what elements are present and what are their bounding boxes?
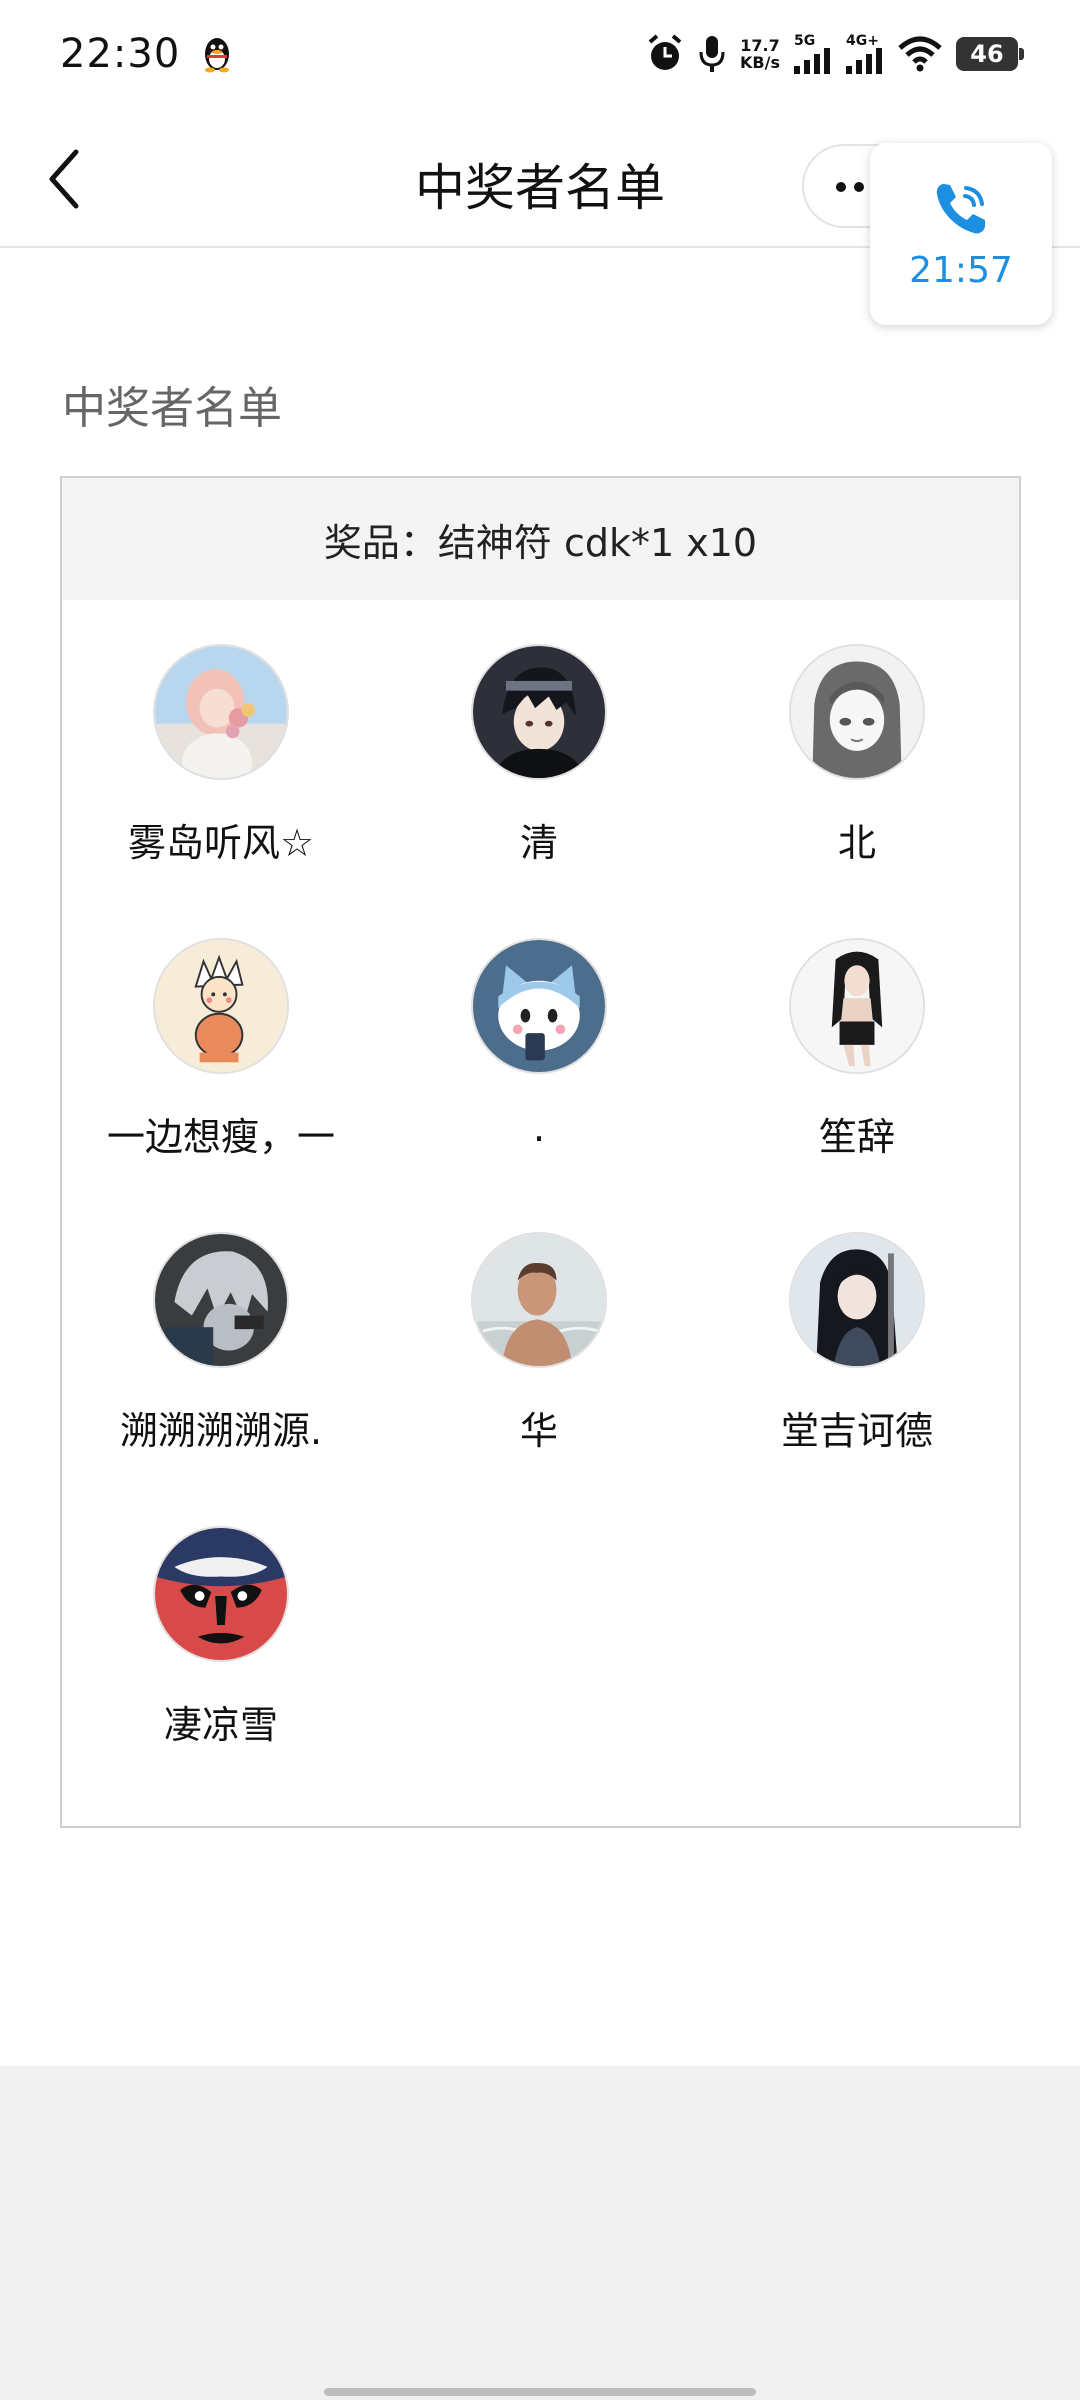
battery-icon: 46 [956,37,1024,71]
winner-item[interactable]: 清 [380,644,698,938]
winner-name: 雾岛听风☆ [127,821,315,865]
winner-name: 华 [519,1409,558,1453]
page: 22:30 17.7 KB/s 5G 4G+ 46 中奖者名单 21:57 中奖… [0,0,1080,2400]
winners-panel: 奖品：结神符 cdk*1 x10 雾岛听风☆ 清 北 一边想瘦，一 . 笙辞 溯… [60,476,1021,1828]
phone-icon [936,183,985,233]
dark-hair-boy-avatar-icon [473,646,605,778]
winner-name: 堂吉诃德 [780,1409,933,1453]
winner-name: 笙辞 [818,1115,895,1159]
opera-mask-avatar-icon [155,1528,287,1660]
avatar [789,938,925,1074]
winner-name: 凄凉雪 [163,1703,278,1747]
winner-name: 溯溯溯溯源. [119,1409,323,1453]
winner-item[interactable]: 一边想瘦，一 [62,938,380,1232]
sim1-label: 5G [794,33,816,49]
call-duration: 21:57 [909,249,1013,291]
network-speed: 17.7 KB/s [740,37,780,71]
avatar [471,938,607,1074]
avatar [153,1232,289,1368]
winner-name: 北 [837,821,876,865]
section-heading: 中奖者名单 [62,383,282,434]
wifi-icon [898,36,942,72]
sim1-signal: 5G [794,34,832,74]
blue-cat-avatar-icon [473,940,605,1072]
winner-item[interactable]: 溯溯溯溯源. [62,1232,380,1526]
status-time: 22:30 [60,31,181,77]
avatar [153,644,289,780]
man-in-water-avatar-icon [473,1234,605,1366]
winner-name: 清 [519,821,558,865]
cartoon-kid-avatar-icon [155,940,287,1072]
winner-item[interactable]: 华 [380,1232,698,1526]
winner-item[interactable]: 堂吉诃德 [698,1232,1016,1526]
winner-item[interactable]: 雾岛听风☆ [62,644,380,938]
sim2-label: 4G+ [846,33,879,49]
signal-bars-icon [794,48,830,74]
avatar [789,644,925,780]
floating-call-widget[interactable]: 21:57 [870,143,1052,325]
microphone-icon [699,36,725,72]
qq-penguin-icon [205,38,230,73]
alarm-icon [648,34,682,70]
girl-flowers-avatar-icon [155,646,287,778]
avatar [153,938,289,1074]
long-hair-swordsman-avatar-icon [791,1234,923,1366]
footer-background [0,2066,1080,2400]
avatar [471,644,607,780]
white-hair-ninja-avatar-icon [155,1234,287,1366]
avatar [471,1232,607,1368]
winner-item[interactable]: 北 [698,644,1016,938]
winner-item[interactable]: 笙辞 [698,938,1016,1232]
net-speed-unit: KB/s [740,53,780,72]
status-bar: 22:30 17.7 KB/s 5G 4G+ 46 [0,0,1080,108]
home-indicator[interactable] [324,2388,756,2396]
sim2-signal: 4G+ [846,34,884,74]
avatar [789,1232,925,1368]
winner-name: 一边想瘦，一 [106,1115,335,1159]
winner-item[interactable]: . [380,938,698,1232]
sketch-girl-avatar-icon [791,646,923,778]
winner-name: . [532,1106,546,1150]
winner-item[interactable]: 凄凉雪 [62,1526,380,1820]
winners-grid: 雾岛听风☆ 清 北 一边想瘦，一 . 笙辞 溯溯溯溯源. 华 堂吉诃德 凄凉雪 [62,600,1019,1820]
status-icons: 17.7 KB/s 5G 4G+ 46 [646,30,1024,78]
dark-hair-woman-avatar-icon [791,940,923,1072]
net-speed-value: 17.7 [740,36,780,55]
avatar [153,1526,289,1662]
prize-header: 奖品：结神符 cdk*1 x10 [62,478,1019,600]
signal-bars-icon [846,48,882,74]
